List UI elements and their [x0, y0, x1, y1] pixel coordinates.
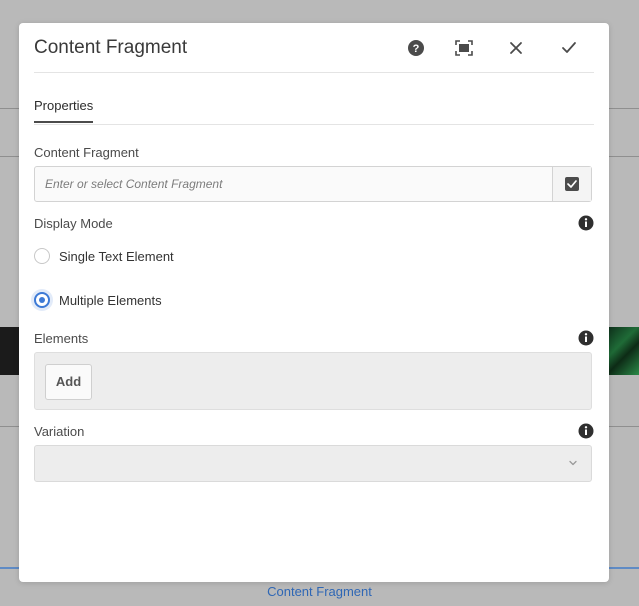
elements-multifield: Add: [34, 352, 592, 410]
radio-button-selected[interactable]: [34, 292, 50, 308]
checkmark-icon: [562, 42, 576, 53]
tabs-divider: [34, 124, 594, 125]
add-element-button[interactable]: Add: [45, 364, 92, 400]
info-icon[interactable]: [578, 423, 594, 439]
radio-label: Single Text Element: [59, 248, 174, 264]
content-fragment-picker-button[interactable]: [552, 167, 591, 201]
help-icon: ?: [408, 40, 424, 56]
radio-button[interactable]: [34, 248, 50, 264]
elements-label: Elements: [34, 331, 89, 346]
check-square-icon: [565, 177, 579, 191]
variation-label: Variation: [34, 424, 85, 439]
svg-text:?: ?: [413, 43, 420, 55]
background-image-right: [605, 327, 639, 375]
info-icon[interactable]: [578, 215, 594, 231]
radio-single-text-element[interactable]: Single Text Element: [34, 248, 174, 264]
content-fragment-input[interactable]: [35, 167, 555, 201]
dialog-header: Content Fragment ?: [34, 23, 594, 73]
help-button[interactable]: ?: [405, 37, 427, 59]
tab-properties[interactable]: Properties: [34, 98, 94, 123]
radio-label: Multiple Elements: [59, 292, 162, 308]
fullscreen-icon: [455, 40, 473, 56]
close-icon: [510, 42, 522, 54]
dialog-tabs: Properties: [34, 97, 94, 125]
display-mode-label: Display Mode: [34, 216, 113, 231]
content-fragment-label: Content Fragment: [34, 145, 139, 160]
done-button[interactable]: [558, 37, 580, 59]
variation-select[interactable]: [34, 445, 592, 482]
content-fragment-field: [34, 166, 592, 202]
chevron-down-icon: [569, 460, 577, 466]
fullscreen-button[interactable]: [453, 37, 475, 59]
close-button[interactable]: [505, 37, 527, 59]
info-icon[interactable]: [578, 330, 594, 346]
background-component-label: Content Fragment: [267, 584, 372, 599]
dialog-title: Content Fragment: [34, 37, 188, 58]
radio-multiple-elements[interactable]: Multiple Elements: [34, 292, 162, 308]
content-fragment-dialog: Content Fragment ? Properties Content Fr…: [19, 23, 609, 582]
